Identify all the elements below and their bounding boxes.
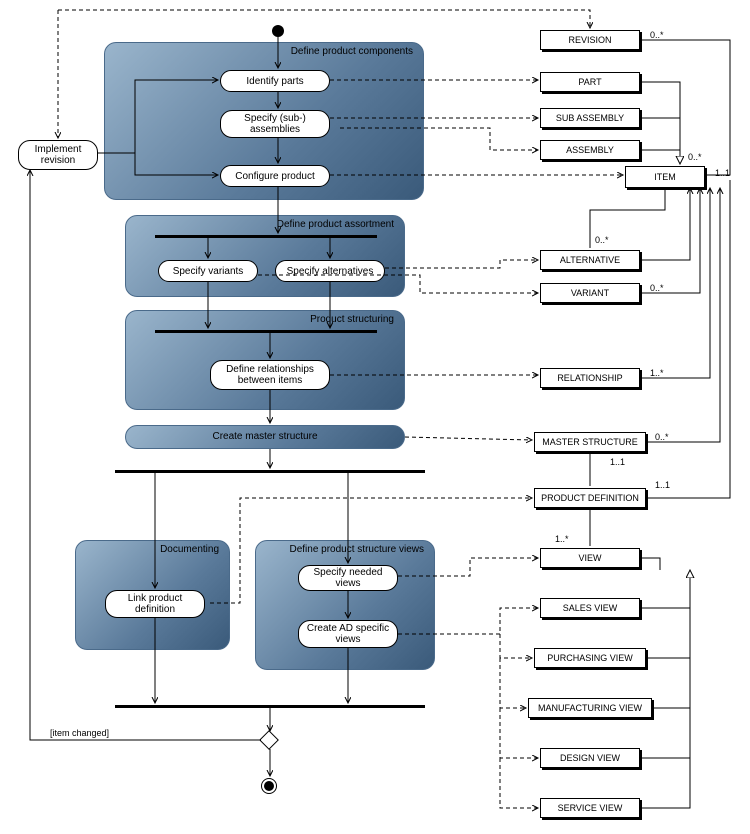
panel-title-components: Define product components xyxy=(291,46,413,57)
activity-specify-sub: Specify (sub-) assemblies xyxy=(220,110,330,138)
mult-relationship: 1..* xyxy=(650,368,664,378)
entity-master-structure: MASTER STRUCTURE xyxy=(534,432,646,452)
panel-title-views: Define product structure views xyxy=(289,544,424,555)
entity-item: ITEM xyxy=(625,166,705,188)
mult-pd1: 1..1 xyxy=(610,457,625,467)
activity-alternatives: Specify alternatives xyxy=(275,260,385,282)
entity-product-def: PRODUCT DEFINITION xyxy=(534,488,646,508)
entity-service-view: SERVICE VIEW xyxy=(540,798,640,818)
final-node xyxy=(261,778,277,794)
mult-item-a: 0..* xyxy=(688,152,702,162)
mult-item-b: 1..1 xyxy=(715,168,730,178)
panel-views: Define product structure views xyxy=(255,540,435,670)
entity-design-view: DESIGN VIEW xyxy=(540,748,640,768)
entity-view: VIEW xyxy=(540,548,640,568)
mult-alternative: 0..* xyxy=(595,235,609,245)
join-structuring xyxy=(155,330,377,333)
entity-purchasing-view: PURCHASING VIEW xyxy=(534,648,646,668)
mult-view: 1..* xyxy=(555,534,569,544)
panel-title-assortment: Define product assortment xyxy=(277,219,394,230)
entity-sales-view: SALES VIEW xyxy=(540,598,640,618)
panel-title-master: Create master structure xyxy=(126,431,404,442)
activity-relationships: Define relationships between items xyxy=(210,360,330,390)
entity-sub-assembly: SUB ASSEMBLY xyxy=(540,108,640,128)
entity-part: PART xyxy=(540,72,640,92)
join-final xyxy=(115,705,425,708)
activity-spec-views: Specify needed views xyxy=(298,565,398,591)
initial-node xyxy=(272,25,284,37)
entity-relationship: RELATIONSHIP xyxy=(540,368,640,388)
panel-title-documenting: Documenting xyxy=(160,544,219,555)
entity-revision: REVISION xyxy=(540,30,640,50)
mult-ms: 0..* xyxy=(655,432,669,442)
panel-master: Create master structure xyxy=(125,425,405,449)
guard-label: [item changed] xyxy=(50,728,109,738)
activity-identify-parts: Identify parts xyxy=(220,70,330,92)
activity-implement-revision: Implement revision xyxy=(18,140,98,170)
activity-link-pd: Link product definition xyxy=(105,590,205,618)
entity-alternative: ALTERNATIVE xyxy=(540,250,640,270)
entity-variant: VARIANT xyxy=(540,283,640,303)
activity-create-ad: Create AD specific views xyxy=(298,620,398,648)
activity-variants: Specify variants xyxy=(158,260,258,282)
mult-revision: 0..* xyxy=(650,30,664,40)
entity-assembly: ASSEMBLY xyxy=(540,140,640,160)
fork-assortment xyxy=(155,235,377,238)
panel-assortment: Define product assortment xyxy=(125,215,405,297)
fork-after-master xyxy=(115,470,425,473)
mult-variant: 0..* xyxy=(650,283,664,293)
entity-manufacturing-view: MANUFACTURING VIEW xyxy=(528,698,652,718)
activity-configure: Configure product xyxy=(220,165,330,187)
panel-title-structuring: Product structuring xyxy=(310,314,394,325)
mult-pd2: 1..1 xyxy=(655,480,670,490)
decision-node xyxy=(259,730,279,750)
